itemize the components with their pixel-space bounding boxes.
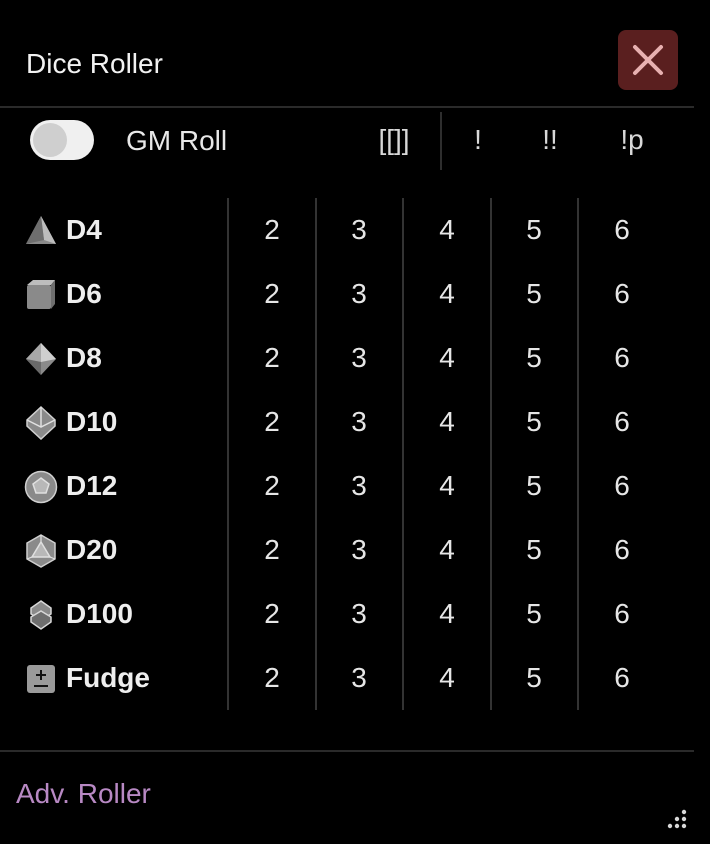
- roll-count-4[interactable]: 4: [404, 198, 490, 262]
- roll-count-3[interactable]: 3: [316, 326, 402, 390]
- roll-count-3[interactable]: 3: [316, 198, 402, 262]
- dice-row-d20: D20 2 3 4 5 6: [0, 518, 694, 582]
- roll-count-4[interactable]: 4: [404, 518, 490, 582]
- roll-count-4[interactable]: 4: [404, 390, 490, 454]
- dice-row-fudge: Fudge 2 3 4 5 6: [0, 646, 694, 710]
- footer-divider: [0, 750, 694, 752]
- dice-row-d6: D6 2 3 4 5 6: [0, 262, 694, 326]
- explode-button[interactable]: !: [448, 108, 508, 172]
- roll-count-6[interactable]: 6: [579, 582, 665, 646]
- roll-count-4[interactable]: 4: [404, 646, 490, 710]
- roll-count-3[interactable]: 3: [316, 582, 402, 646]
- roll-count-5[interactable]: 5: [491, 518, 577, 582]
- roll-count-6[interactable]: 6: [579, 646, 665, 710]
- dice-row-d4: D4 2 3 4 5 6: [0, 198, 694, 262]
- d12-dodecahedron-icon: [24, 470, 58, 504]
- roll-count-2[interactable]: 2: [229, 262, 315, 326]
- roll-count-5[interactable]: 5: [491, 646, 577, 710]
- toolbar-divider: [440, 112, 442, 170]
- roll-count-6[interactable]: 6: [579, 454, 665, 518]
- roll-count-4[interactable]: 4: [404, 262, 490, 326]
- roll-count-5[interactable]: 5: [491, 262, 577, 326]
- roll-count-5[interactable]: 5: [491, 582, 577, 646]
- roll-count-2[interactable]: 2: [229, 646, 315, 710]
- dice-row-d12: D12 2 3 4 5 6: [0, 454, 694, 518]
- roll-count-2[interactable]: 2: [229, 326, 315, 390]
- roll-count-6[interactable]: 6: [579, 518, 665, 582]
- gm-roll-toggle[interactable]: [30, 120, 94, 160]
- roll-count-4[interactable]: 4: [404, 582, 490, 646]
- d100-icon: [30, 600, 52, 630]
- d8-octahedron-icon: [26, 343, 56, 375]
- gm-roll-label: GM Roll: [126, 125, 228, 156]
- roll-count-5[interactable]: 5: [491, 198, 577, 262]
- d20-icosahedron-icon: [26, 534, 56, 568]
- dialog-header: Dice Roller: [0, 0, 694, 108]
- d10-icon: [26, 406, 56, 440]
- fudge-plus-minus-icon: [27, 665, 55, 693]
- roll-count-3[interactable]: 3: [316, 390, 402, 454]
- die-label[interactable]: D8: [66, 342, 102, 374]
- roll-count-5[interactable]: 5: [491, 454, 577, 518]
- dice-row-d10: D10 2 3 4 5 6: [0, 390, 694, 454]
- roll-toolbar: GM Roll [[]] ! !! !p: [0, 108, 694, 172]
- compound-button[interactable]: !!: [520, 108, 580, 172]
- roll-count-3[interactable]: 3: [316, 518, 402, 582]
- dice-grid: D4 2 3 4 5 6 D6 2 3 4 5 6 D8 2 3 4 5 6 D…: [0, 198, 694, 710]
- d6-cube-icon: [27, 280, 55, 309]
- roll-count-2[interactable]: 2: [229, 582, 315, 646]
- roll-count-3[interactable]: 3: [316, 454, 402, 518]
- dice-row-d100: D100 2 3 4 5 6: [0, 582, 694, 646]
- die-label[interactable]: D6: [66, 278, 102, 310]
- die-label[interactable]: Fudge: [66, 662, 150, 694]
- roll-count-6[interactable]: 6: [579, 390, 665, 454]
- die-label[interactable]: D4: [66, 214, 102, 246]
- die-label[interactable]: D100: [66, 598, 133, 630]
- roll-count-6[interactable]: 6: [579, 326, 665, 390]
- penetrate-button[interactable]: !p: [600, 108, 664, 172]
- d4-tetrahedron-icon: [26, 216, 56, 244]
- roll-count-2[interactable]: 2: [229, 198, 315, 262]
- roll-count-3[interactable]: 3: [316, 262, 402, 326]
- roll-count-2[interactable]: 2: [229, 390, 315, 454]
- die-label[interactable]: D10: [66, 406, 117, 438]
- roll-count-6[interactable]: 6: [579, 198, 665, 262]
- roll-count-5[interactable]: 5: [491, 326, 577, 390]
- roll-count-3[interactable]: 3: [316, 646, 402, 710]
- toggle-knob: [33, 123, 67, 157]
- roll-count-4[interactable]: 4: [404, 326, 490, 390]
- resize-grip-icon[interactable]: [660, 806, 688, 834]
- close-x-icon: [633, 45, 663, 75]
- roll-count-5[interactable]: 5: [491, 390, 577, 454]
- die-label[interactable]: D12: [66, 470, 117, 502]
- roll-count-6[interactable]: 6: [579, 262, 665, 326]
- die-label[interactable]: D20: [66, 534, 117, 566]
- inline-roll-button[interactable]: [[]]: [362, 108, 426, 172]
- roll-count-2[interactable]: 2: [229, 518, 315, 582]
- adv-roller-link[interactable]: Adv. Roller: [16, 778, 151, 810]
- roll-count-2[interactable]: 2: [229, 454, 315, 518]
- dice-row-d8: D8 2 3 4 5 6: [0, 326, 694, 390]
- dialog-title: Dice Roller: [26, 48, 163, 79]
- roll-count-4[interactable]: 4: [404, 454, 490, 518]
- close-button[interactable]: [618, 30, 678, 90]
